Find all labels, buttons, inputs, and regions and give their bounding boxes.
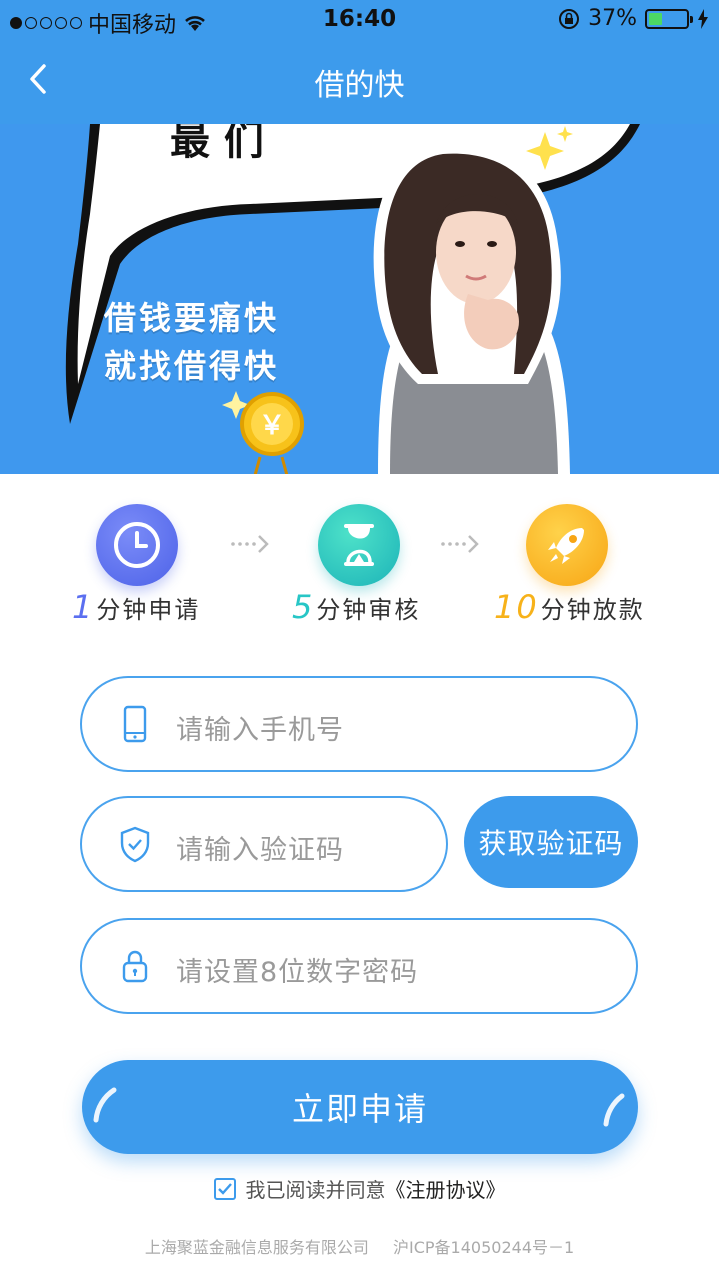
- step-2-text: 分钟审核: [316, 596, 421, 624]
- step-1-label: 1分钟申请: [72, 588, 200, 626]
- phone-field[interactable]: 请输入手机号: [80, 676, 638, 772]
- step-3-text: 分钟放款: [540, 596, 645, 624]
- arrow-right-icon: [441, 535, 479, 553]
- step-2-label: 5分钟审核: [292, 588, 420, 626]
- hourglass-icon: [318, 504, 400, 586]
- banner-slogan-line1: 借钱要痛快: [104, 299, 280, 337]
- footer-icp: 沪ICP备14050244号－1: [393, 1238, 575, 1257]
- agreement-text: 我已阅读并同意: [245, 1178, 386, 1202]
- battery-icon: [645, 8, 693, 29]
- coin-mascot-icon: ￥: [222, 391, 304, 474]
- footer: 上海聚蓝金融信息服务有限公司 沪ICP备14050244号－1: [0, 1234, 719, 1258]
- page-title: 借的快: [314, 68, 405, 103]
- battery-percent: 37%: [588, 6, 637, 31]
- password-input-placeholder: 请设置8位数字密码: [176, 957, 419, 988]
- step-2-number: 5: [292, 588, 315, 626]
- apply-now-label: 立即申请: [291, 1090, 428, 1128]
- password-field[interactable]: 请设置8位数字密码: [80, 918, 638, 1014]
- rocket-icon: [526, 504, 608, 586]
- process-steps: 1分钟申请 5分钟审核 10分钟放款: [0, 500, 719, 630]
- banner-slogan: 借钱要痛快 就找借得快: [104, 294, 279, 390]
- navigation-bar: 借的快: [0, 40, 719, 124]
- charging-icon: [698, 8, 708, 29]
- step-3-number: 10: [494, 588, 539, 626]
- rotation-lock-icon: [559, 8, 580, 29]
- top-bar: 中国移动 16:40 37% 借的快: [0, 0, 719, 124]
- step-3-label: 10分钟放款: [494, 588, 645, 626]
- code-input-placeholder: 请输入验证码: [176, 835, 344, 866]
- agreement-row: 我已阅读并同意 《注册协议》: [0, 1174, 719, 1203]
- coin-symbol: ￥: [259, 411, 285, 441]
- mobile-phone-icon: [123, 705, 147, 743]
- apply-now-button[interactable]: 立即申请: [82, 1060, 638, 1154]
- phone-input-placeholder: 请输入手机号: [176, 715, 344, 746]
- svg-text:最 们: 最 们: [170, 124, 264, 164]
- step-1-text: 分钟申请: [96, 596, 201, 624]
- spokesperson-photo: [373, 145, 570, 474]
- status-right: 37%: [558, 6, 709, 31]
- get-verification-code-button[interactable]: 获取验证码: [464, 796, 638, 888]
- battery-fill: [649, 12, 663, 25]
- step-1-number: 1: [72, 588, 95, 626]
- shield-check-icon: [120, 826, 150, 863]
- verification-code-field[interactable]: 请输入验证码: [80, 796, 448, 892]
- registration-agreement-link[interactable]: 《注册协议》: [386, 1174, 506, 1203]
- arrow-right-icon: [231, 535, 269, 553]
- lock-icon: [122, 950, 148, 983]
- checkmark-icon: [217, 1182, 232, 1195]
- promo-banner[interactable]: 最 们 借钱要痛快 就找借得快 ￥: [0, 124, 719, 474]
- clock-icon: [96, 504, 178, 586]
- status-bar: 中国移动 16:40 37%: [0, 0, 719, 40]
- footer-company: 上海聚蓝金融信息服务有限公司: [144, 1238, 369, 1257]
- agreement-checkbox[interactable]: [213, 1177, 236, 1200]
